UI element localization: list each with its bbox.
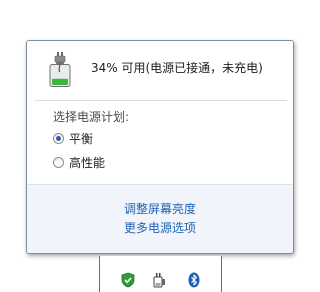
power-flyout: 34% 可用(电源已接通，未充电) 选择电源计划: 平衡 高性能 调整屏幕亮度 … xyxy=(26,40,294,254)
flyout-content: 34% 可用(电源已接通，未充电) 选择电源计划: 平衡 高性能 xyxy=(27,41,293,184)
plan-option-balanced[interactable]: 平衡 xyxy=(53,129,93,147)
flyout-links-area: 调整屏幕亮度 更多电源选项 xyxy=(27,184,293,253)
power-plug-icon[interactable] xyxy=(151,272,167,288)
battery-plugged-icon xyxy=(49,52,71,87)
battery-status-row: 34% 可用(电源已接通，未充电) xyxy=(27,41,293,99)
plan-heading: 选择电源计划: xyxy=(53,110,130,124)
radio-balanced[interactable] xyxy=(53,132,64,144)
security-shield-icon[interactable] xyxy=(120,272,136,288)
plan-option-high-performance[interactable]: 高性能 xyxy=(53,153,105,171)
battery-status-text: 34% 可用(电源已接通，未充电) xyxy=(91,61,263,75)
plan-label-high-performance: 高性能 xyxy=(69,155,106,170)
more-power-options-link[interactable]: 更多电源选项 xyxy=(27,219,293,236)
adjust-brightness-link[interactable]: 调整屏幕亮度 xyxy=(27,200,293,217)
bluetooth-icon[interactable] xyxy=(186,272,202,288)
plan-label-balanced: 平衡 xyxy=(69,131,94,146)
radio-high-performance[interactable] xyxy=(53,156,64,168)
taskbar-tray xyxy=(99,256,222,292)
divider xyxy=(35,100,287,101)
